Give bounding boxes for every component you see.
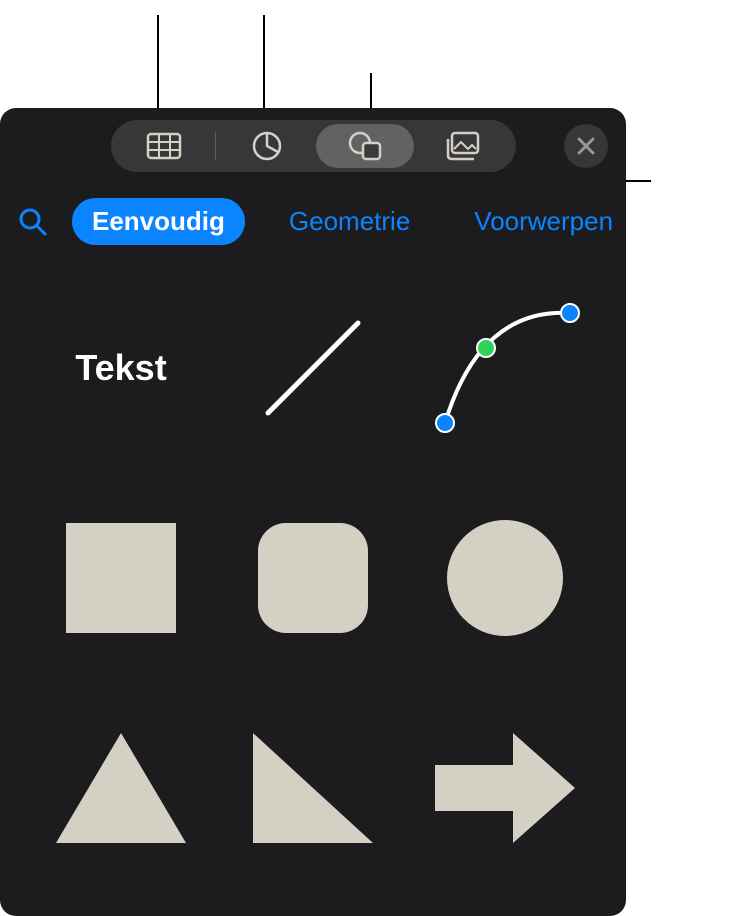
line-icon bbox=[248, 303, 378, 433]
insert-table-button[interactable] bbox=[115, 124, 213, 168]
shapes-grid: Tekst bbox=[0, 265, 626, 891]
category-geometrie[interactable]: Geometrie bbox=[269, 198, 430, 245]
curve-icon bbox=[430, 298, 580, 438]
chart-icon bbox=[251, 130, 283, 162]
toolbar-segment bbox=[111, 120, 516, 172]
category-voorwerpen[interactable]: Voorwerpen bbox=[454, 198, 626, 245]
shapes-icon bbox=[347, 130, 383, 162]
search-icon bbox=[18, 207, 48, 237]
table-icon bbox=[146, 132, 182, 160]
triangle-icon bbox=[56, 733, 186, 843]
rounded-square-icon bbox=[258, 523, 368, 633]
insert-shape-button[interactable] bbox=[316, 124, 414, 168]
text-shape-label: Tekst bbox=[75, 347, 166, 389]
close-button[interactable] bbox=[564, 124, 608, 168]
shape-right-triangle[interactable] bbox=[232, 713, 394, 863]
shape-arrow[interactable] bbox=[424, 713, 586, 863]
insert-media-button[interactable] bbox=[414, 124, 512, 168]
shape-square[interactable] bbox=[40, 503, 202, 653]
insert-chart-button[interactable] bbox=[218, 124, 316, 168]
callout-line-1 bbox=[157, 15, 159, 121]
right-triangle-icon bbox=[253, 733, 373, 843]
circle-icon bbox=[447, 520, 563, 636]
shape-curve[interactable] bbox=[424, 293, 586, 443]
shape-circle[interactable] bbox=[424, 503, 586, 653]
insert-popover: Eenvoudig Geometrie Voorwerpen Dieren Te… bbox=[0, 108, 626, 916]
category-eenvoudig[interactable]: Eenvoudig bbox=[72, 198, 245, 245]
shape-triangle[interactable] bbox=[40, 713, 202, 863]
category-bar: Eenvoudig Geometrie Voorwerpen Dieren bbox=[0, 180, 626, 265]
callout-line-2 bbox=[263, 15, 265, 121]
shape-line[interactable] bbox=[232, 293, 394, 443]
shape-rounded-square[interactable] bbox=[232, 503, 394, 653]
media-icon bbox=[444, 131, 482, 161]
square-icon bbox=[66, 523, 176, 633]
toolbar-separator bbox=[215, 132, 216, 160]
search-button[interactable] bbox=[18, 207, 48, 237]
insert-toolbar bbox=[0, 108, 626, 180]
arrow-icon bbox=[435, 733, 575, 843]
close-icon bbox=[577, 137, 595, 155]
shape-text[interactable]: Tekst bbox=[40, 293, 202, 443]
